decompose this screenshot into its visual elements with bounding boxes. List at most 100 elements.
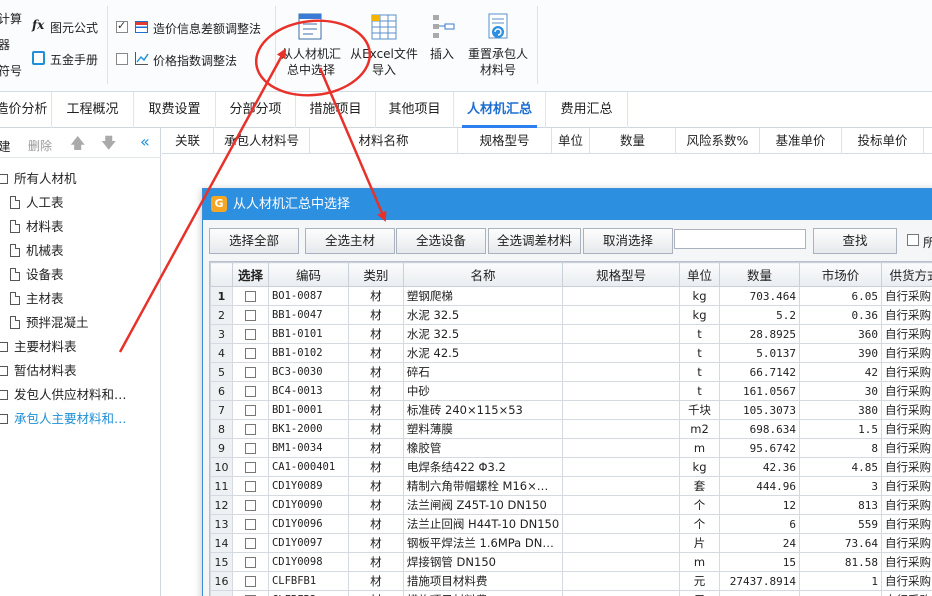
row-select-checkbox[interactable] (244, 538, 256, 549)
dialog-title-bar[interactable]: G 从人材机汇总中选择 (203, 189, 932, 220)
col-material-name[interactable]: 材料名称 (310, 128, 458, 154)
dialog-option-checkbox[interactable] (907, 234, 919, 246)
col-supply-method[interactable]: 供货方式 (880, 262, 932, 287)
col-spec-model[interactable]: 规格型号 (562, 262, 681, 287)
col-select[interactable]: 选择 (231, 262, 269, 287)
collapse-panel-icon[interactable]: « (140, 132, 150, 151)
col-quantity[interactable]: 数量 (719, 262, 800, 287)
tree-item[interactable]: 设备表 (10, 264, 64, 283)
tree-item[interactable]: 暂估材料表 (0, 360, 77, 379)
col-category[interactable]: 类别 (347, 262, 404, 287)
new-button[interactable]: 建 (0, 136, 11, 155)
table-row[interactable]: 11 CD1Y0089 材精制六角带帽螺栓 M16×… 套 444.96 3 自行采购 (210, 476, 932, 496)
col-code[interactable]: 编码 (267, 262, 349, 287)
insert-button[interactable]: 插入 (424, 12, 460, 84)
table-row[interactable]: 3 BB1-0101 材水泥 32.5 t 28.8925 360 自行采购 (210, 324, 932, 344)
table-row[interactable]: 7 BD1-0001 材标准砖 240×115×53 千块 105.3073 380 自行采… (210, 400, 932, 420)
table-row[interactable]: 13 CD1Y0096 材法兰止回阀 H44T-10 DN150 个 6 559 自行采购 (210, 514, 932, 534)
tab-fee-summary[interactable]: 费用汇总 (546, 92, 628, 128)
table-row[interactable]: 12 CD1Y0090 材法兰闸阀 Z45T-10 DN150 个 12 813 自行采购 (210, 495, 932, 515)
tab-sub-items[interactable]: 分部分项 (216, 92, 296, 128)
tab-other-items[interactable]: 其他项目 (376, 92, 454, 128)
tree-item[interactable]: 预拌混凝土 (10, 312, 89, 331)
table-row[interactable]: 15 CD1Y0098 材焊接钢管 DN150 m 15 81.58 自行采购 (210, 552, 932, 572)
search-button[interactable]: 查找 (813, 228, 897, 254)
tree-item[interactable]: 机械表 (10, 240, 64, 259)
col-spec[interactable]: 规格型号 (458, 128, 552, 154)
ribbon-fragment-symbol[interactable]: 符号 (0, 62, 22, 79)
select-all-button[interactable]: 选择全部 (209, 228, 299, 254)
tree-item[interactable]: 主要材料表 (0, 336, 77, 355)
row-select-checkbox[interactable] (244, 443, 256, 454)
table-row[interactable]: 6 BC4-0013 材中砂 t 161.0567 30 自行采购 (210, 381, 932, 401)
tree-item[interactable]: 人工表 (10, 192, 64, 211)
row-select-checkbox[interactable] (244, 557, 256, 568)
table-row[interactable]: 8 BK1-2000 材塑料薄膜 m2 698.634 1.5 自行采购 (210, 419, 932, 439)
ribbon-fragment-device[interactable]: 器 (0, 36, 10, 53)
col-link[interactable]: 关联 (162, 128, 214, 154)
col-quantity[interactable]: 数量 (590, 128, 676, 154)
cell-quantity: 698.634 (719, 419, 800, 439)
cancel-selection-button[interactable]: 取消选择 (583, 228, 673, 254)
row-select-checkbox[interactable] (244, 519, 256, 530)
table-row[interactable]: 4 BB1-0102 材水泥 42.5 t 5.0137 390 自行采购 (210, 343, 932, 363)
row-select-checkbox[interactable] (244, 291, 256, 302)
col-unit[interactable]: 单位 (679, 262, 721, 287)
formula-button[interactable]: fx 图元公式 (32, 18, 104, 36)
col-risk[interactable]: 风险系数% (676, 128, 760, 154)
price-diff-checkbox[interactable] (116, 19, 128, 33)
tree-item[interactable]: 所有人材机 (0, 168, 77, 187)
select-from-summary-button[interactable]: 从人材机汇总中选择 (281, 12, 341, 84)
import-excel-button[interactable]: 从Excel文件导入 (349, 12, 419, 84)
select-all-adjust-materials-button[interactable]: 全选调差材料 (488, 228, 581, 254)
reset-contractor-code-button[interactable]: 重置承包人材料号 (466, 12, 530, 84)
row-select-checkbox[interactable] (244, 481, 256, 492)
table-row[interactable]: 5 BC3-0030 材碎石 t 66.7142 42 自行采购 (210, 362, 932, 382)
col-bid-price[interactable]: 投标单价 (842, 128, 924, 154)
tree-item[interactable]: 主材表 (10, 288, 64, 307)
price-diff-option[interactable]: 造价信息差额调整法 (116, 19, 266, 36)
col-name[interactable]: 名称 (402, 262, 564, 287)
row-select-checkbox[interactable] (244, 500, 256, 511)
row-select-checkbox[interactable] (244, 367, 256, 378)
row-select-checkbox[interactable] (244, 348, 256, 359)
table-row[interactable]: 1 BO1-0087 材塑钢爬梯 kg 703.464 6.05 自行采购 (210, 286, 932, 306)
table-row[interactable]: 14 CD1Y0097 材钢板平焊法兰 1.6MPa DN… 片 24 73.64 自行采购 (210, 533, 932, 553)
folder-table-icon (0, 342, 8, 352)
hardware-manual-button[interactable]: 五金手册 (32, 50, 104, 68)
row-select-checkbox[interactable] (244, 576, 256, 587)
tab-cost-analysis[interactable]: 造价分析 (0, 92, 52, 128)
table-row[interactable]: 16 CLFBFB1 材措施项目材料费 元 27437.8914 1 自行采购 (210, 571, 932, 591)
select-all-main-materials-button[interactable]: 全选主材 (305, 228, 395, 254)
col-unit[interactable]: 单位 (552, 128, 590, 154)
delete-button[interactable]: 删除 (28, 137, 52, 154)
tree-item[interactable]: 材料表 (10, 216, 64, 235)
col-base-price[interactable]: 基准单价 (760, 128, 842, 154)
tree-item[interactable]: 发包人供应材料和… (0, 384, 127, 403)
row-select-checkbox[interactable] (244, 310, 256, 321)
col-market-price[interactable]: 市场价 (799, 262, 882, 287)
tab-fee-settings[interactable]: 取费设置 (134, 92, 216, 128)
move-down-icon[interactable]: 🡇 (101, 133, 116, 158)
select-all-equipment-button[interactable]: 全选设备 (396, 228, 486, 254)
move-up-icon[interactable]: 🡅 (70, 133, 85, 158)
row-select-checkbox[interactable] (244, 386, 256, 397)
row-select-checkbox[interactable] (244, 424, 256, 435)
tab-project-overview[interactable]: 工程概况 (52, 92, 134, 128)
cell-supply-method: 自行采购 (880, 571, 932, 591)
ribbon-fragment-calc[interactable]: 计算 (0, 10, 22, 27)
search-input[interactable] (674, 229, 806, 249)
table-row[interactable]: 9 BM1-0034 材橡胶管 m 95.6742 8 自行采购 (210, 438, 932, 458)
row-select-checkbox[interactable] (244, 462, 256, 473)
tab-labor-material-summary[interactable]: 人材机汇总 (454, 92, 546, 128)
price-index-checkbox[interactable] (116, 53, 128, 65)
table-row[interactable]: 2 BB1-0047 材水泥 32.5 kg 5.2 0.36 自行采购 (210, 305, 932, 325)
tab-measures[interactable]: 措施项目 (296, 92, 376, 128)
row-select-checkbox[interactable] (244, 405, 256, 416)
row-select-checkbox[interactable] (244, 329, 256, 340)
price-index-option[interactable]: 价格指数调整法 (116, 51, 266, 68)
table-row[interactable]: 10 CA1-000401 材电焊条结422 Φ3.2 kg 42.36 4.85 自行采购 (210, 457, 932, 477)
col-contractor-code[interactable]: 承包人材料号 (214, 128, 310, 154)
tree-item[interactable]: 承包人主要材料和… (0, 408, 127, 427)
table-row[interactable]: 17 CLFBFB2材措施项目材料费 元 自行采购 (210, 590, 932, 596)
